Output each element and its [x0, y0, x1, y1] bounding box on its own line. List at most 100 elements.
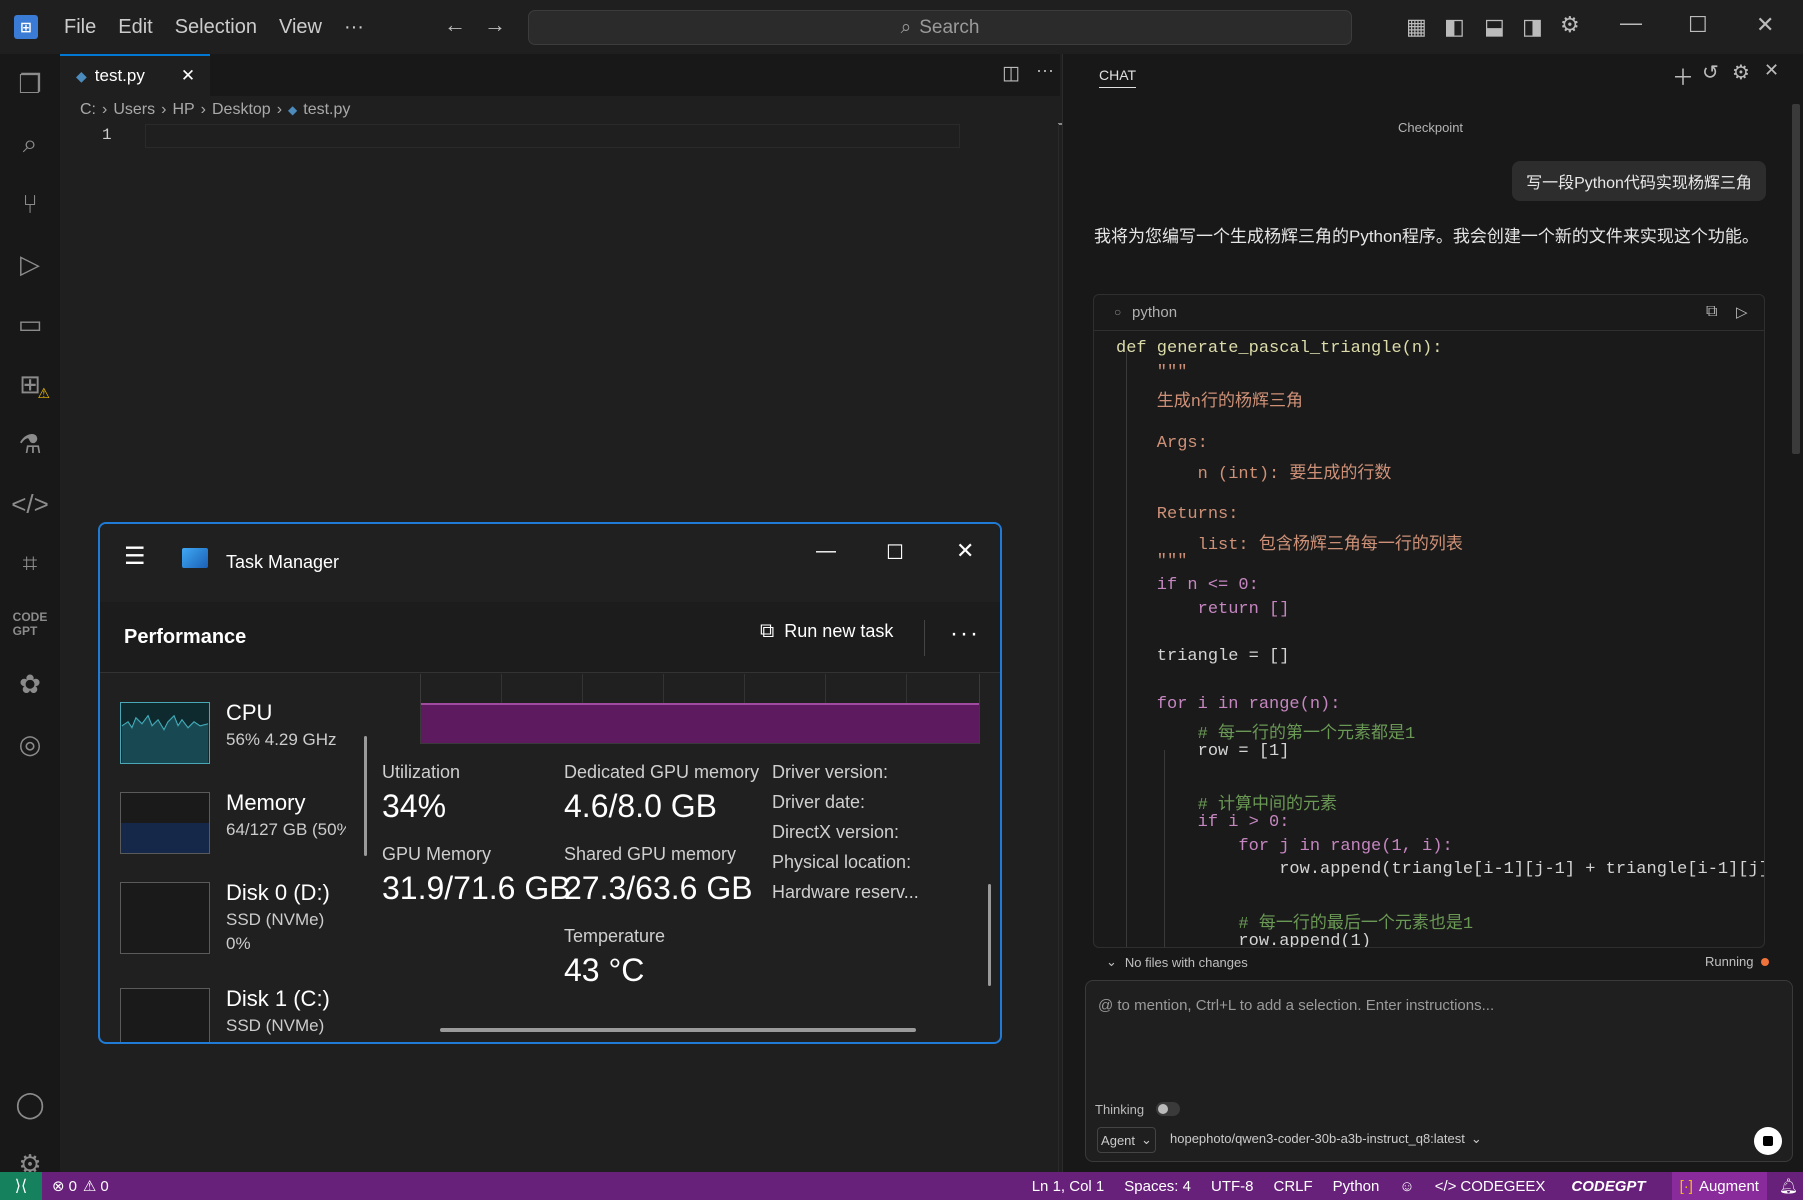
run-task-icon: ⧉ [760, 620, 775, 642]
toggle-sidebar-icon[interactable]: ◧ [1444, 14, 1465, 40]
editor-more-icon[interactable]: ··· [1036, 60, 1054, 81]
files-status-row[interactable]: ⌄ No files with changes [1106, 954, 1248, 970]
testing-icon[interactable]: ⚗ [10, 424, 50, 464]
run-code-icon[interactable]: ▷ [1736, 303, 1748, 321]
device-sub2: 0% [226, 934, 251, 953]
accounts-icon[interactable]: ◯ [10, 1084, 50, 1124]
code-line: def generate_pascal_triangle(n): [1116, 339, 1443, 358]
code-language-label: python [1132, 304, 1178, 321]
breadcrumb-item[interactable]: C: [80, 101, 96, 119]
codegeex-icon[interactable]: </> [10, 484, 50, 524]
error-icon[interactable]: ⊗ [52, 1177, 65, 1195]
breadcrumb-item[interactable]: Desktop [212, 101, 271, 119]
toggle-secondary-sidebar-icon[interactable]: ◨ [1522, 14, 1543, 40]
thinking-toggle[interactable] [1156, 1102, 1180, 1116]
chat-input-placeholder: @ to mention, Ctrl+L to add a selection.… [1098, 997, 1495, 1014]
more-options-icon[interactable]: ··· [950, 620, 980, 648]
codegeex-label[interactable]: CODEGEEX [1460, 1178, 1545, 1195]
code-line: triangle = [] [1116, 647, 1290, 667]
close-chat-icon[interactable]: ✕ [1764, 60, 1779, 81]
thinking-label: Thinking [1095, 1102, 1145, 1117]
tm-minimize-icon[interactable]: — [816, 540, 836, 563]
tm-maximize-icon[interactable]: ☐ [886, 540, 904, 565]
remote-indicator[interactable]: ⟩⟨ [0, 1172, 42, 1200]
device-name: Disk 1 (C:) [226, 986, 330, 1011]
code-line: row.append(triangle[i-1][j-1] + triangle… [1116, 860, 1765, 880]
menu-more[interactable]: ··· [344, 16, 364, 39]
codegpt-icon[interactable]: CODE GPT [10, 604, 50, 644]
device-cpu[interactable]: CPU 56% 4.29 GHz [108, 684, 348, 768]
chat-settings-icon[interactable]: ⚙ [1732, 60, 1750, 85]
tab-test-py[interactable]: ◆ test.py ✕ [60, 54, 210, 96]
breadcrumb-item[interactable]: test.py [303, 101, 350, 119]
menu-file[interactable]: File [64, 16, 96, 39]
checkpoint-label[interactable]: Checkpoint [1398, 120, 1463, 135]
error-count[interactable]: 0 [69, 1178, 77, 1195]
search-activity-icon[interactable]: ⌕ [10, 124, 50, 164]
back-arrow-icon[interactable]: ← [444, 12, 466, 38]
split-editor-icon[interactable]: ◫ [1002, 62, 1020, 85]
cursor-position[interactable]: Ln 1, Col 1 [1032, 1178, 1105, 1195]
menu-view[interactable]: View [279, 16, 322, 39]
layout-customize-icon[interactable]: ▦ [1406, 14, 1427, 40]
stats-horizontal-scrollbar[interactable] [440, 1028, 916, 1032]
augment-icon[interactable]: ⌗ [10, 544, 50, 584]
run-debug-icon[interactable]: ▷ [10, 244, 50, 284]
menu-edit[interactable]: Edit [118, 16, 152, 39]
search-box[interactable]: ⌕ Search [528, 10, 1352, 45]
openai-icon[interactable]: ✿ [10, 664, 50, 704]
gpu-graph-fill [421, 702, 979, 743]
close-tab-icon[interactable]: ✕ [181, 66, 195, 86]
code-line: # 每一行的最后一个元素也是1 [1116, 914, 1474, 934]
performance-divider [100, 672, 1000, 673]
dedicated-gpu-value: 4.6/8.0 GB [564, 788, 717, 824]
chat-scrollbar[interactable] [1792, 104, 1800, 454]
device-disk-0[interactable]: Disk 0 (D:) SSD (NVMe) 0% [108, 864, 348, 960]
code-line: if i > 0: [1116, 813, 1290, 832]
chat-input-box[interactable]: @ to mention, Ctrl+L to add a selection.… [1085, 980, 1793, 1162]
explorer-icon[interactable]: ❐ [10, 64, 50, 104]
copilot-icon[interactable]: ☺ [1399, 1178, 1414, 1195]
codegeex-icon[interactable]: </> [1435, 1178, 1457, 1195]
breadcrumb-item[interactable]: HP [172, 101, 194, 119]
extensions-icon[interactable]: ⊞ ⚠ [10, 364, 50, 404]
model-dropdown[interactable]: hopephoto/qwen3-coder-30b-a3b-instruct_q… [1170, 1131, 1482, 1147]
source-control-icon[interactable]: ⑂ [10, 184, 50, 224]
maximize-icon[interactable]: ☐ [1688, 12, 1708, 38]
indentation[interactable]: Spaces: 4 [1124, 1178, 1191, 1195]
running-status: Running [1705, 954, 1770, 969]
device-list-scrollbar[interactable] [364, 736, 367, 856]
hamburger-menu-icon[interactable]: ☰ [124, 542, 146, 571]
minimize-icon[interactable]: — [1620, 10, 1642, 36]
code-line: """ [1116, 362, 1188, 382]
code-line: # 计算中间的元素 [1116, 796, 1338, 816]
close-window-icon[interactable]: ✕ [1756, 12, 1774, 38]
stats-vertical-scrollbar[interactable] [988, 884, 991, 986]
forward-arrow-icon[interactable]: → [484, 12, 506, 38]
menu-selection[interactable]: Selection [175, 16, 257, 39]
mode-dropdown[interactable]: Agent ⌄ [1097, 1127, 1156, 1153]
end-of-line[interactable]: CRLF [1273, 1178, 1312, 1195]
stop-button[interactable] [1754, 1127, 1782, 1155]
augment-status[interactable]: [·] Augment [1671, 1172, 1767, 1200]
encoding[interactable]: UTF-8 [1211, 1178, 1254, 1195]
settings-gear-icon[interactable]: ⚙ [1560, 12, 1580, 38]
codegpt-label[interactable]: CODEGPT [1571, 1178, 1645, 1195]
warning-count[interactable]: 0 [100, 1178, 108, 1195]
device-disk-1[interactable]: Disk 1 (C:) SSD (NVMe) [108, 970, 348, 1042]
new-chat-icon[interactable]: ＋ [1672, 60, 1694, 92]
device-memory[interactable]: Memory 64/127 GB (50% [108, 774, 348, 858]
language-mode[interactable]: Python [1333, 1178, 1380, 1195]
gitlens-icon[interactable]: ◎ [10, 724, 50, 764]
gpu-graph [420, 674, 980, 744]
run-new-task-button[interactable]: ⧉ Run new task [760, 620, 893, 643]
remote-explorer-icon[interactable]: ▭ [10, 304, 50, 344]
running-text: Running [1705, 954, 1754, 969]
copy-code-icon[interactable]: ⧉ [1706, 303, 1717, 321]
tm-close-icon[interactable]: ✕ [956, 538, 974, 564]
notifications-bell-icon[interactable]: 🔔︎ [1779, 1177, 1798, 1195]
toggle-panel-icon[interactable]: ⬓ [1484, 14, 1505, 40]
breadcrumb-item[interactable]: Users [113, 101, 155, 119]
warning-icon[interactable]: ⚠ [83, 1177, 96, 1195]
chat-history-icon[interactable]: ↺ [1702, 60, 1719, 85]
